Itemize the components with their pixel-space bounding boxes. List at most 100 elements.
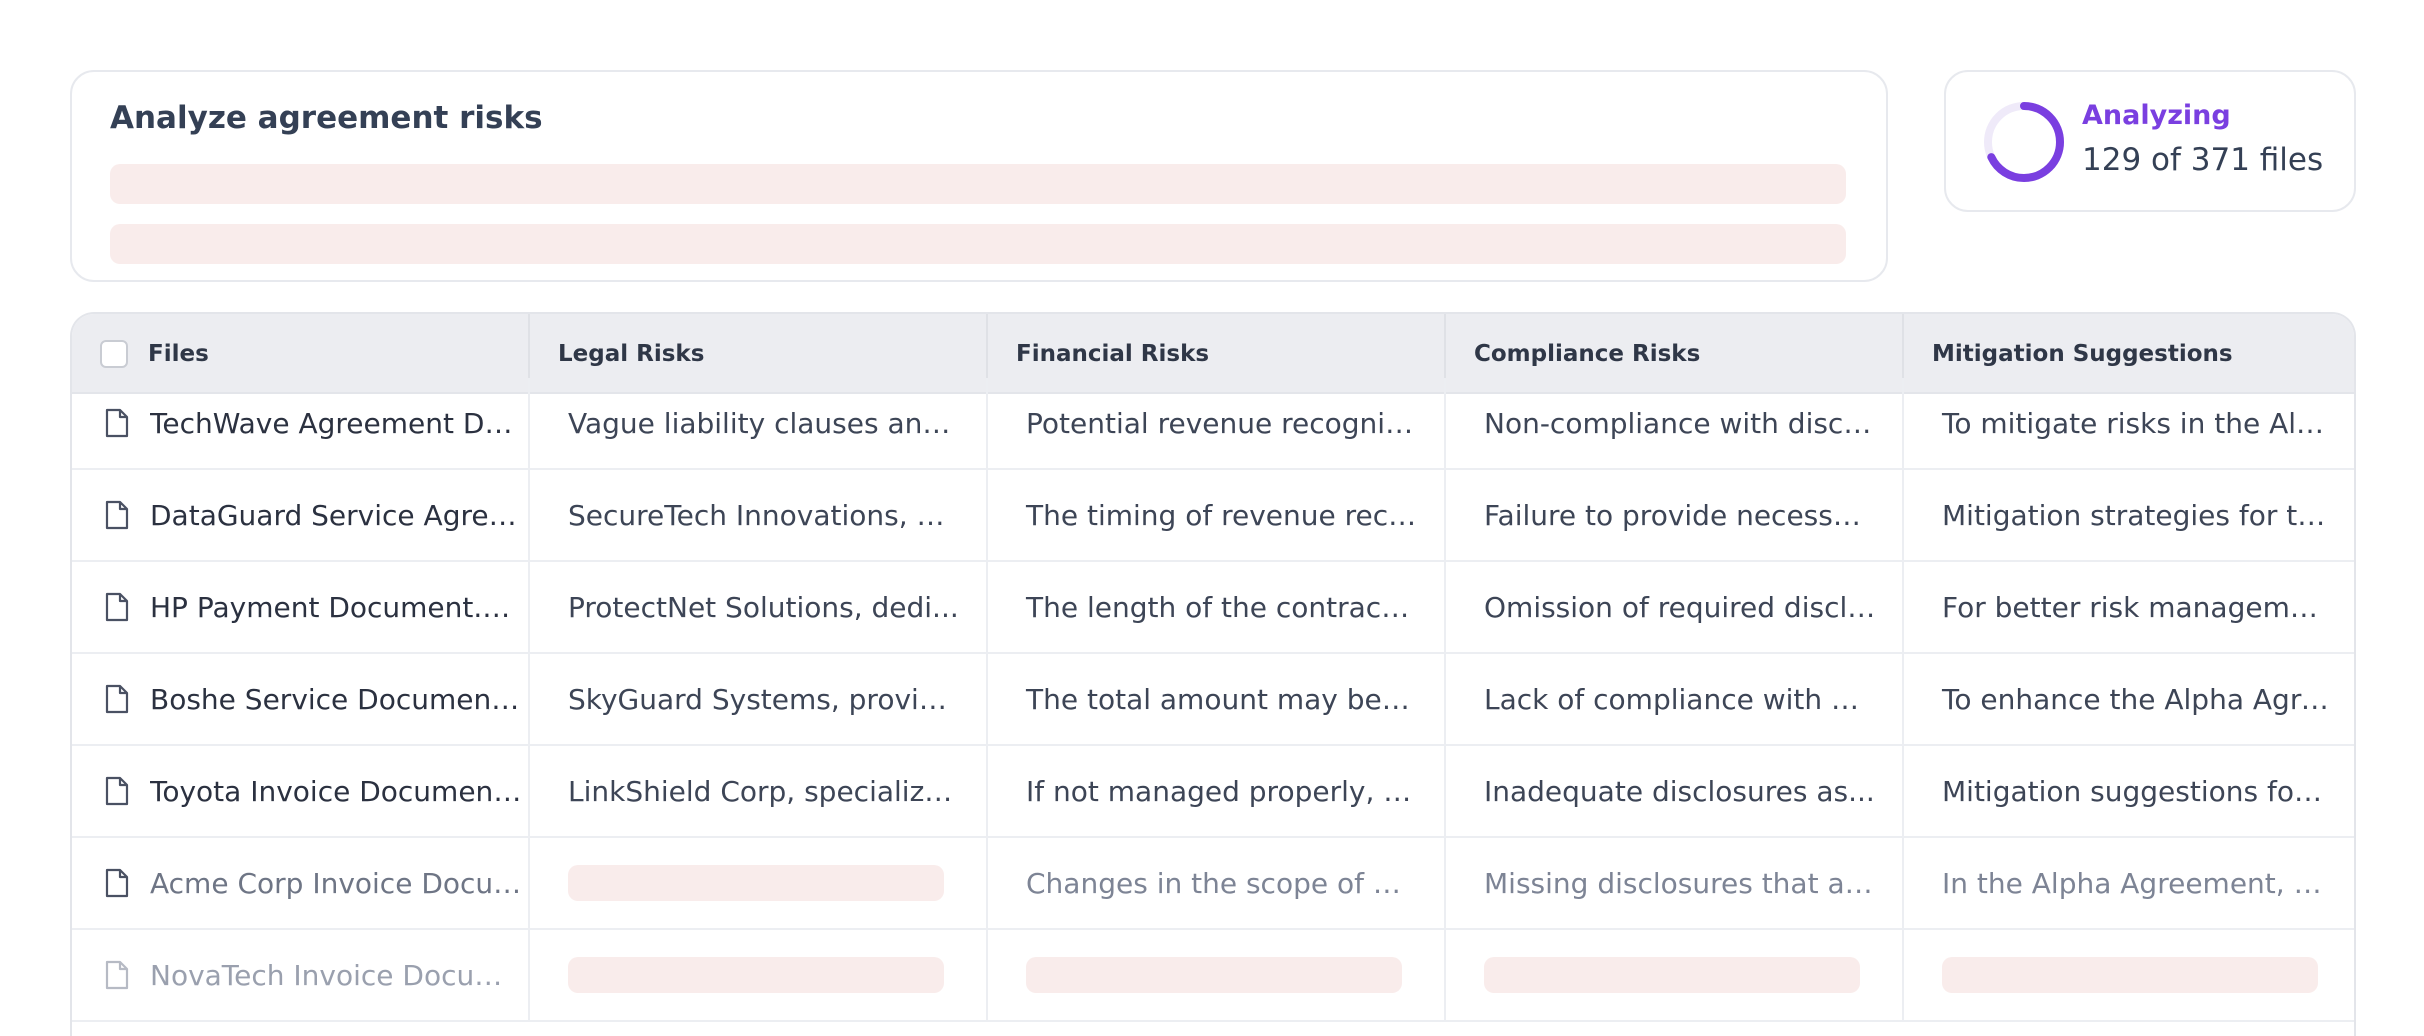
table-row[interactable]: Toyota Invoice Document.doc LinkShield Co… (72, 746, 2354, 838)
legal-risk-cell[interactable]: Vague liability clauses and... (530, 378, 988, 468)
cell-text: Vague liability clauses and... (568, 406, 967, 440)
compliance-risk-cell[interactable] (1446, 930, 1904, 1020)
mitigation-risk-cell[interactable]: Mitigation strategies for th... (1904, 470, 2354, 560)
cell-text: Mitigation strategies for th... (1942, 498, 2342, 532)
cell-text: The length of the contract... (1026, 590, 1419, 624)
legal-risk-cell[interactable]: SkyGuard Systems, providi... (530, 654, 988, 744)
table-row[interactable]: DataGuard Service Agreement.doc SecureTec… (72, 470, 2354, 562)
cell-text: Changes in the scope of w... (1026, 866, 1420, 900)
column-header-label: Financial Risks (1016, 341, 1210, 367)
compliance-risk-cell[interactable]: Non-compliance with discl... (1446, 378, 1904, 468)
loading-placeholder (568, 865, 944, 901)
risk-table: Files Legal Risks Financial Risks Compli… (70, 312, 2356, 1036)
status-count: 129 of 371 files (2082, 142, 2324, 178)
file-icon (104, 500, 130, 530)
mitigation-risk-cell[interactable]: For better risk managemen... (1904, 562, 2354, 652)
legal-risk-cell[interactable]: SecureTech Innovations, a l... (530, 470, 988, 560)
cell-text: For better risk managemen... (1942, 590, 2352, 624)
file-icon (104, 592, 130, 622)
task-title: Analyze agreement risks (110, 100, 543, 136)
file-name: TechWave Agreement Document.doc (150, 406, 528, 440)
task-card: Analyze agreement risks (70, 70, 1888, 282)
cell-text: Missing disclosures that ar... (1484, 866, 1881, 900)
file-cell[interactable]: TechWave Agreement Document.doc (72, 378, 530, 468)
cell-text: Non-compliance with discl... (1484, 406, 1878, 440)
mitigation-risk-cell[interactable]: Mitigation suggestions for t... (1904, 746, 2354, 836)
loading-placeholder (568, 957, 944, 993)
financial-risk-cell[interactable]: The timing of revenue reco... (988, 470, 1446, 560)
cell-text: If not managed properly, p... (1026, 774, 1428, 808)
loading-placeholder (1942, 957, 2318, 993)
loading-placeholder (110, 224, 1846, 264)
file-icon (104, 868, 130, 898)
column-header-label: Compliance Risks (1474, 341, 1701, 367)
cell-text: Omission of required disclo... (1484, 590, 1891, 624)
compliance-risk-cell[interactable]: Missing disclosures that ar... (1446, 838, 1904, 928)
cell-text: Inadequate disclosures as... (1484, 774, 1875, 808)
column-header-label: Files (148, 341, 209, 367)
file-name: Acme Corp Invoice Document.doc (150, 866, 528, 900)
compliance-risk-cell[interactable]: Failure to provide necessar... (1446, 470, 1904, 560)
financial-risk-cell[interactable]: The length of the contract... (988, 562, 1446, 652)
financial-risk-cell[interactable]: If not managed properly, p... (988, 746, 1446, 836)
file-cell[interactable]: Toyota Invoice Document.doc (72, 746, 530, 836)
risk-analysis-page: Analyze agreement risks Analyzing 129 of… (0, 0, 2424, 1036)
legal-risk-cell[interactable] (530, 838, 988, 928)
file-name: Boshe Service Document.doc (150, 682, 528, 716)
cell-text: To enhance the Alpha Agre... (1942, 682, 2345, 716)
cell-text: Mitigation suggestions for t... (1942, 774, 2353, 808)
cell-text: Lack of compliance with A... (1484, 682, 1877, 716)
financial-risk-cell[interactable] (988, 930, 1446, 1020)
cell-text: The timing of revenue reco... (1026, 498, 1432, 532)
file-name: Toyota Invoice Document.doc (150, 774, 528, 808)
loading-placeholder (110, 164, 1846, 204)
cell-text: Failure to provide necessar... (1484, 498, 1886, 532)
select-all-checkbox[interactable] (100, 340, 128, 368)
file-icon (104, 684, 130, 714)
table-row[interactable]: Boshe Service Document.doc SkyGuard Syste… (72, 654, 2354, 746)
file-cell[interactable]: DataGuard Service Agreement.doc (72, 470, 530, 560)
progress-card: Analyzing 129 of 371 files (1944, 70, 2356, 212)
cell-text: Potential revenue recogniti... (1026, 406, 1431, 440)
file-icon (104, 408, 130, 438)
cell-text: SkyGuard Systems, providi... (568, 682, 972, 716)
table-row[interactable]: HP Payment Document.doc ProtectNet Soluti… (72, 562, 2354, 654)
financial-risk-cell[interactable]: The total amount may be a... (988, 654, 1446, 744)
mitigation-risk-cell[interactable]: To mitigate risks in the Alph... (1904, 378, 2356, 468)
compliance-risk-cell[interactable]: Inadequate disclosures as... (1446, 746, 1904, 836)
cell-text: LinkShield Corp, specializin... (568, 774, 977, 808)
loading-placeholder (1026, 957, 1402, 993)
file-cell[interactable]: Acme Corp Invoice Document.doc (72, 838, 530, 928)
cell-text: The total amount may be a... (1026, 682, 1435, 716)
mitigation-risk-cell[interactable]: In the Alpha Agreement, co... (1904, 838, 2354, 928)
financial-risk-cell[interactable]: Changes in the scope of w... (988, 838, 1446, 928)
file-cell[interactable]: NovaTech Invoice Document.doc (72, 930, 530, 1020)
column-header-label: Mitigation Suggestions (1932, 341, 2233, 367)
file-icon (104, 776, 130, 806)
cell-text: ProtectNet Solutions, dedi... (568, 590, 959, 624)
legal-risk-cell[interactable] (530, 930, 988, 1020)
cell-text: SecureTech Innovations, a l... (568, 498, 978, 532)
file-cell[interactable]: Boshe Service Document.doc (72, 654, 530, 744)
file-cell[interactable]: HP Payment Document.doc (72, 562, 530, 652)
financial-risk-cell[interactable]: Potential revenue recogniti... (988, 378, 1446, 468)
file-icon (104, 960, 130, 990)
legal-risk-cell[interactable]: LinkShield Corp, specializin... (530, 746, 988, 836)
progress-ring-icon (1984, 102, 2064, 182)
compliance-risk-cell[interactable]: Omission of required disclo... (1446, 562, 1904, 652)
cell-text: To mitigate risks in the Alph... (1942, 406, 2356, 440)
file-name: HP Payment Document.doc (150, 590, 528, 624)
mitigation-risk-cell[interactable] (1904, 930, 2354, 1020)
cell-text: In the Alpha Agreement, co... (1942, 866, 2353, 900)
table-row[interactable]: Acme Corp Invoice Document.doc Changes in… (72, 838, 2354, 930)
mitigation-risk-cell[interactable]: To enhance the Alpha Agre... (1904, 654, 2354, 744)
compliance-risk-cell[interactable]: Lack of compliance with A... (1446, 654, 1904, 744)
loading-placeholder (1484, 957, 1860, 993)
table-row[interactable]: TechWave Agreement Document.doc Vague lia… (72, 378, 2354, 470)
table-row[interactable]: NovaTech Invoice Document.doc (72, 930, 2354, 1022)
file-name: DataGuard Service Agreement.doc (150, 498, 528, 532)
status-label: Analyzing (2082, 100, 2231, 131)
column-header-label: Legal Risks (558, 341, 705, 367)
legal-risk-cell[interactable]: ProtectNet Solutions, dedi... (530, 562, 988, 652)
file-name: NovaTech Invoice Document.doc (150, 958, 528, 992)
